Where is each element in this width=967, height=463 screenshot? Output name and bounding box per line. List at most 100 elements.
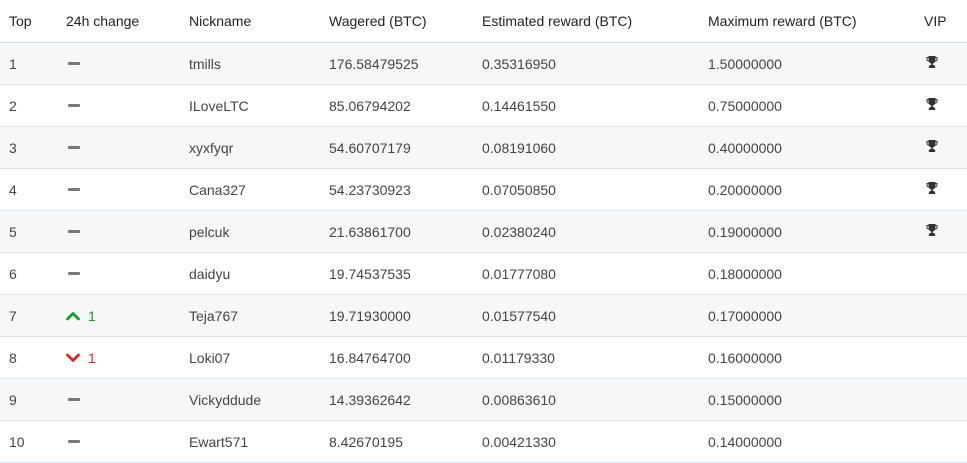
change-cell — [66, 210, 189, 253]
maximum-reward-cell: 0.20000000 — [708, 168, 924, 211]
maximum-reward-cell: 1.50000000 — [708, 42, 924, 85]
rank-cell: 8 — [0, 336, 66, 379]
wagered-cell: 54.60707179 — [329, 126, 482, 169]
wagered-cell: 8.42670195 — [329, 420, 482, 463]
table-body: 1 tmills 176.58479525 0.35316950 1.50000000 2… — [0, 42, 967, 463]
nickname-cell: Ewart571 — [189, 420, 329, 463]
estimated-reward-cell: 0.01777080 — [482, 252, 708, 295]
change-cell — [66, 84, 189, 127]
header-row: Top 24h change Nickname Wagered (BTC) Es… — [0, 0, 967, 43]
change-indicator — [66, 188, 189, 191]
rank-cell: 9 — [0, 378, 66, 421]
table-row[interactable]: 2 ILoveLTC 85.06794202 0.14461550 0.75000000 — [0, 84, 967, 127]
dash-icon — [68, 188, 80, 191]
change-value: 1 — [88, 307, 96, 324]
maximum-reward-cell: 0.17000000 — [708, 294, 924, 337]
table-row[interactable]: 9 Vickyddude 14.39362642 0.00863610 0.150000… — [0, 378, 967, 421]
change-cell — [66, 378, 189, 421]
estimated-reward-cell: 0.00863610 — [482, 378, 708, 421]
table-row[interactable]: 3 xyxfyqr 54.60707179 0.08191060 0.40000000 — [0, 126, 967, 169]
chevron-up-icon — [66, 311, 80, 320]
trophy-icon — [926, 182, 938, 194]
change-cell: 1 — [66, 294, 189, 337]
rank-cell: 7 — [0, 294, 66, 337]
nickname-cell: daidyu — [189, 252, 329, 295]
nickname-cell: Teja767 — [189, 294, 329, 337]
change-indicator: 1 — [66, 350, 189, 366]
change-indicator — [66, 104, 189, 107]
header-nickname[interactable]: Nickname — [189, 0, 329, 43]
vip-cell — [924, 126, 967, 169]
wagered-cell: 176.58479525 — [329, 42, 482, 85]
change-cell — [66, 168, 189, 211]
wagered-cell: 19.74537535 — [329, 252, 482, 295]
trophy-icon — [926, 140, 938, 152]
maximum-reward-cell: 0.19000000 — [708, 210, 924, 253]
table-row[interactable]: 5 pelcuk 21.63861700 0.02380240 0.19000000 — [0, 210, 967, 253]
vip-cell — [924, 210, 967, 253]
estimated-reward-cell: 0.01179330 — [482, 336, 708, 379]
change-indicator — [66, 146, 189, 149]
vip-cell — [924, 336, 967, 379]
estimated-reward-cell: 0.35316950 — [482, 42, 708, 85]
maximum-reward-cell: 0.75000000 — [708, 84, 924, 127]
trophy-icon — [926, 56, 938, 68]
dash-icon — [68, 62, 80, 65]
change-cell: 1 — [66, 336, 189, 379]
change-value: 1 — [88, 349, 96, 366]
dash-icon — [68, 398, 80, 401]
header-wagered[interactable]: Wagered (BTC) — [329, 0, 482, 43]
vip-cell — [924, 378, 967, 421]
header-24h-change[interactable]: 24h change — [66, 0, 189, 43]
estimated-reward-cell: 0.14461550 — [482, 84, 708, 127]
nickname-cell: ILoveLTC — [189, 84, 329, 127]
maximum-reward-cell: 0.15000000 — [708, 378, 924, 421]
estimated-reward-cell: 0.00421330 — [482, 420, 708, 463]
trophy-icon — [926, 98, 938, 110]
change-indicator — [66, 398, 189, 401]
rank-cell: 5 — [0, 210, 66, 253]
maximum-reward-cell: 0.40000000 — [708, 126, 924, 169]
nickname-cell: Cana327 — [189, 168, 329, 211]
vip-cell — [924, 252, 967, 295]
nickname-cell: xyxfyqr — [189, 126, 329, 169]
estimated-reward-cell: 0.01577540 — [482, 294, 708, 337]
table-row[interactable]: 4 Cana327 54.23730923 0.07050850 0.20000000 — [0, 168, 967, 211]
table-row[interactable]: 6 daidyu 19.74537535 0.01777080 0.18000000 — [0, 252, 967, 295]
table-row[interactable]: 7 1 Teja767 19.71930000 0.01577540 0.17000000 — [0, 294, 967, 337]
table-row[interactable]: 1 tmills 176.58479525 0.35316950 1.50000000 — [0, 42, 967, 85]
wagered-cell: 16.84764700 — [329, 336, 482, 379]
vip-cell — [924, 42, 967, 85]
table-row[interactable]: 10 Ewart571 8.42670195 0.00421330 0.14000000 — [0, 420, 967, 463]
change-cell — [66, 42, 189, 85]
wagered-cell: 19.71930000 — [329, 294, 482, 337]
rank-cell: 1 — [0, 42, 66, 85]
change-cell — [66, 420, 189, 463]
header-maximum-reward[interactable]: Maximum reward (BTC) — [708, 0, 924, 43]
table-header: Top 24h change Nickname Wagered (BTC) Es… — [0, 0, 967, 43]
dash-icon — [68, 230, 80, 233]
nickname-cell: Vickyddude — [189, 378, 329, 421]
change-cell — [66, 252, 189, 295]
wagered-cell: 21.63861700 — [329, 210, 482, 253]
table-row[interactable]: 8 1 Loki07 16.84764700 0.01179330 0.16000000 — [0, 336, 967, 379]
nickname-cell: tmills — [189, 42, 329, 85]
dash-icon — [68, 272, 80, 275]
wagered-cell: 85.06794202 — [329, 84, 482, 127]
leaderboard-table: Top 24h change Nickname Wagered (BTC) Es… — [0, 0, 967, 463]
estimated-reward-cell: 0.02380240 — [482, 210, 708, 253]
rank-cell: 10 — [0, 420, 66, 463]
estimated-reward-cell: 0.07050850 — [482, 168, 708, 211]
rank-cell: 3 — [0, 126, 66, 169]
rank-cell: 2 — [0, 84, 66, 127]
nickname-cell: pelcuk — [189, 210, 329, 253]
header-vip[interactable]: VIP — [924, 0, 967, 43]
maximum-reward-cell: 0.14000000 — [708, 420, 924, 463]
header-estimated-reward[interactable]: Estimated reward (BTC) — [482, 0, 708, 43]
rank-cell: 4 — [0, 168, 66, 211]
header-top[interactable]: Top — [0, 0, 66, 43]
maximum-reward-cell: 0.16000000 — [708, 336, 924, 379]
dash-icon — [68, 146, 80, 149]
change-indicator — [66, 272, 189, 275]
estimated-reward-cell: 0.08191060 — [482, 126, 708, 169]
